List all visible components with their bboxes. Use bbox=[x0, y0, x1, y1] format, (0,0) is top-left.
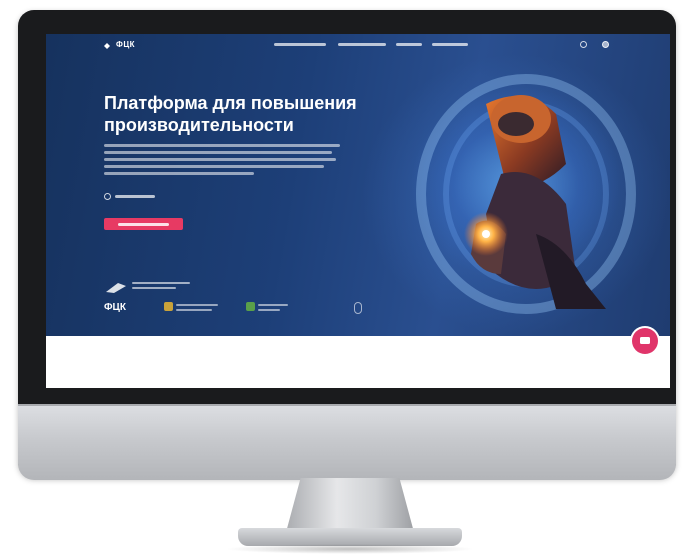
top-nav: ФЦК bbox=[46, 34, 670, 58]
partner-caption-4 bbox=[258, 309, 280, 311]
hero-section: ФЦК Платформа для повышения производител… bbox=[46, 34, 670, 336]
screen: ФЦК Платформа для повышения производител… bbox=[46, 34, 670, 388]
stand-shadow bbox=[225, 544, 475, 554]
hero-description-line-3 bbox=[104, 158, 336, 161]
cta-button[interactable] bbox=[104, 218, 183, 230]
hero-description-line-5 bbox=[104, 172, 254, 175]
cta-label bbox=[118, 222, 169, 226]
video-link[interactable] bbox=[115, 195, 155, 198]
chat-button[interactable] bbox=[632, 328, 658, 354]
hero-title: Платформа для повышения производительнос… bbox=[104, 93, 357, 135]
play-icon[interactable] bbox=[104, 193, 111, 200]
search-icon[interactable] bbox=[580, 41, 587, 48]
partner-caption-3 bbox=[258, 304, 288, 306]
ministry-caption-line-2 bbox=[132, 287, 176, 289]
fcc-logo: ФЦК bbox=[104, 302, 126, 313]
monitor-chin bbox=[18, 404, 676, 480]
partner-emblem-green bbox=[246, 302, 255, 311]
ministry-caption-line-1 bbox=[132, 282, 190, 284]
nav-link-4[interactable] bbox=[432, 43, 468, 46]
ministry-logo bbox=[104, 280, 128, 294]
site-logo[interactable]: ФЦК bbox=[116, 40, 135, 49]
hero-description-line-1 bbox=[104, 144, 340, 147]
chat-icon bbox=[640, 337, 650, 344]
hero-description-line-4 bbox=[104, 165, 324, 168]
nav-link-1[interactable] bbox=[274, 43, 326, 46]
user-icon[interactable] bbox=[602, 41, 609, 48]
diamond-logo-icon[interactable] bbox=[104, 43, 110, 49]
nav-link-3[interactable] bbox=[396, 43, 422, 46]
partner-emblem-gold bbox=[164, 302, 173, 311]
hero-description-line-2 bbox=[104, 151, 332, 154]
nav-link-2[interactable] bbox=[338, 43, 386, 46]
partner-caption-1 bbox=[176, 304, 218, 306]
welder-illustration bbox=[416, 74, 636, 314]
partner-caption-2 bbox=[176, 309, 212, 311]
mouse-scroll-icon bbox=[354, 302, 362, 314]
